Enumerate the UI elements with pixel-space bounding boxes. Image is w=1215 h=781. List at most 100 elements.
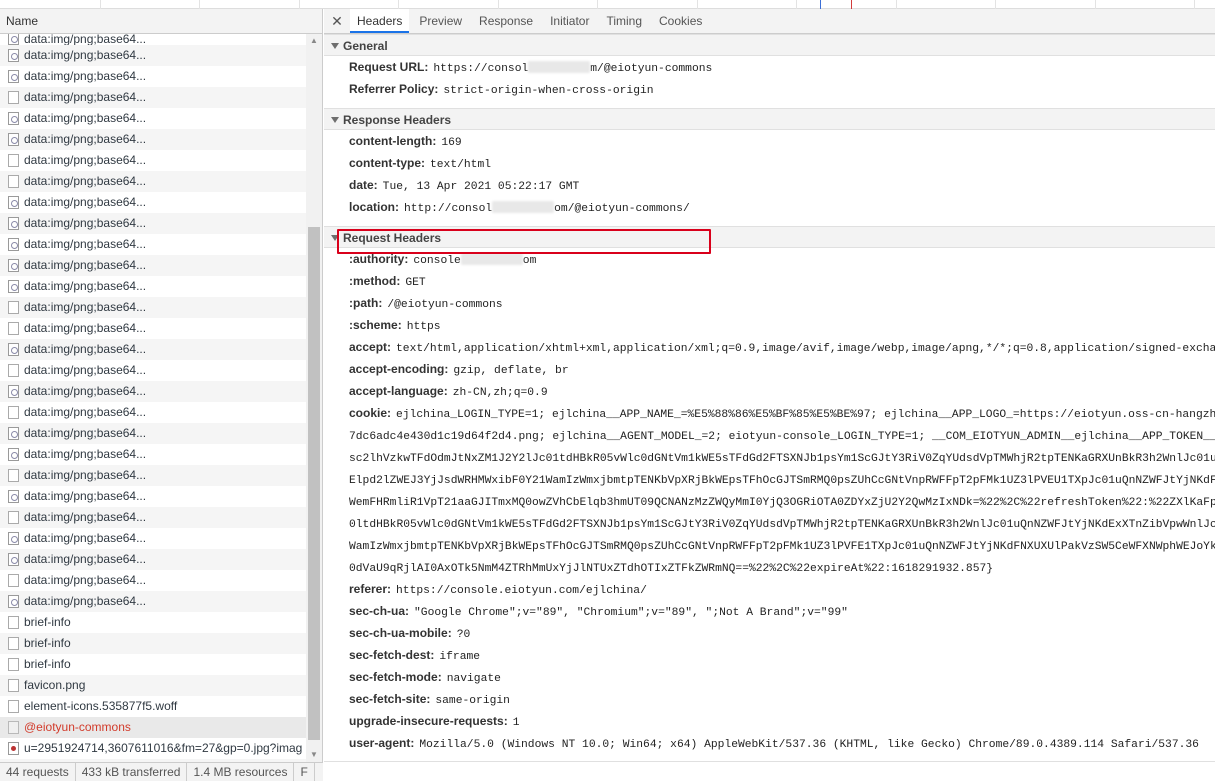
image-file-icon [8, 553, 19, 566]
expand-triangle-icon [331, 117, 339, 123]
request-header-rows: :method: GET:path: /@eiotyun-commons:schem… [324, 270, 1215, 424]
tab-initiator[interactable]: Initiator [543, 9, 596, 33]
request-row[interactable]: data:img/png;base64... [0, 255, 306, 276]
request-row[interactable]: data:img/png;base64... [0, 402, 306, 423]
request-name: data:img/png;base64... [24, 468, 147, 482]
request-row[interactable]: data:img/png;base64... [0, 34, 306, 45]
request-row[interactable]: data:img/png;base64... [0, 276, 306, 297]
request-row[interactable]: data:img/png;base64... [0, 318, 306, 339]
tab-headers[interactable]: Headers [350, 9, 410, 33]
blank-file-icon [8, 406, 19, 419]
header-key: accept-encoding: [349, 362, 449, 376]
general-section-header[interactable]: General [324, 34, 1215, 56]
request-row[interactable]: data:img/png;base64... [0, 171, 306, 192]
header-value: same-origin [435, 695, 510, 707]
request-name: data:img/png;base64... [24, 594, 147, 608]
header-key: :path: [349, 296, 383, 310]
request-header-row: cookie: ejlchina_LOGIN_TYPE=1; ejlchina__… [324, 402, 1215, 424]
tab-preview[interactable]: Preview [412, 9, 469, 33]
request-row[interactable]: data:img/png;base64... [0, 381, 306, 402]
image-file-icon [8, 217, 19, 230]
request-row[interactable]: data:img/png;base64... [0, 570, 306, 591]
request-row[interactable]: @eiotyun-commons [0, 717, 306, 738]
request-row[interactable]: data:img/png;base64... [0, 108, 306, 129]
cookie-value-line: WamIzWmxjbmtpTENKbVpXRjBkWEpsTFhOcGJTSmR… [324, 534, 1215, 556]
request-name: brief-info [24, 636, 71, 650]
request-row[interactable]: data:img/png;base64... [0, 234, 306, 255]
finish-time-truncated: F [294, 763, 315, 781]
header-key: upgrade-insecure-requests: [349, 714, 508, 728]
request-row[interactable]: data:img/png;base64... [0, 192, 306, 213]
request-row[interactable]: data:img/png;base64... [0, 423, 306, 444]
blank-file-icon [8, 511, 19, 524]
request-name: data:img/png;base64... [24, 384, 147, 398]
request-row[interactable]: data:img/png;base64... [0, 444, 306, 465]
request-row[interactable]: u=2951924714,3607611016&fm=27&gp=0.jpg?i… [0, 738, 306, 759]
request-row[interactable]: data:img/png;base64... [0, 213, 306, 234]
request-name: u=2951924714,3607611016&fm=27&gp=0.jpg?i… [24, 741, 303, 755]
resources-size: 1.4 MB resources [187, 763, 295, 781]
request-name: data:img/png;base64... [24, 489, 147, 503]
request-row[interactable]: data:img/png;base64... [0, 87, 306, 108]
header-key: content-length: [349, 134, 437, 148]
cookie-value-line: Elpd2lZWEJ3YjJsdWRHMWxibF0Y21WamIzWmxjbm… [324, 468, 1215, 490]
header-value: GET [405, 277, 426, 289]
request-row[interactable]: favicon.png [0, 675, 306, 696]
request-row[interactable]: data:img/png;base64... [0, 150, 306, 171]
request-header-row: upgrade-insecure-requests: 1 [324, 710, 1215, 732]
header-value: WemFHRmliR1VpT21aaGJITmxMQ0owZVhCbElqb3h… [349, 497, 1215, 509]
request-name: data:img/png;base64... [24, 552, 147, 566]
request-row[interactable]: element-icons.535877f5.woff [0, 696, 306, 717]
image-file-icon [8, 385, 19, 398]
request-row[interactable]: brief-info [0, 633, 306, 654]
request-row[interactable]: data:img/png;base64... [0, 66, 306, 87]
scroll-up-arrow-icon[interactable]: ▲ [306, 34, 322, 48]
request-row[interactable]: data:img/png;base64... [0, 360, 306, 381]
request-name: element-icons.535877f5.woff [24, 699, 178, 713]
close-icon[interactable]: ✕ [324, 9, 350, 33]
tab-response[interactable]: Response [472, 9, 540, 33]
blank-file-icon [8, 469, 19, 482]
request-row[interactable]: data:img/png;base64... [0, 486, 306, 507]
request-count: 44 requests [0, 763, 76, 781]
cookie-value-line: WemFHRmliR1VpT21aaGJITmxMQ0owZVhCbElqb3h… [324, 490, 1215, 512]
header-value: zh-CN,zh;q=0.9 [452, 387, 548, 399]
header-value: Elpd2lZWEJ3YjJsdWRHMWxibF0Y21WamIzWmxjbm… [349, 475, 1215, 487]
request-row[interactable]: data:img/png;base64... [0, 528, 306, 549]
referrer-policy-row: Referrer Policy: strict-origin-when-cross… [349, 82, 654, 97]
network-timeline-overview[interactable] [0, 0, 1215, 9]
request-list-scrollbar[interactable]: ▲ ▼ [306, 34, 322, 762]
request-row[interactable]: data:img/png;base64... [0, 339, 306, 360]
request-name: data:img/png;base64... [24, 237, 147, 251]
request-row[interactable]: data:img/png;base64... [0, 549, 306, 570]
tab-timing[interactable]: Timing [599, 9, 649, 33]
header-value: "Google Chrome";v="89", "Chromium";v="89… [414, 607, 848, 619]
request-row[interactable]: data:img/png;base64... [0, 465, 306, 486]
cookie-value-line: 7dc6adc4e430d1c19d64f2d4.png; ejlchina__… [324, 424, 1215, 446]
scroll-down-arrow-icon[interactable]: ▼ [306, 748, 322, 762]
image-file-icon [8, 238, 19, 251]
request-row[interactable]: data:img/png;base64... [0, 45, 306, 66]
request-row[interactable]: data:img/png;base64... [0, 507, 306, 528]
scrollbar-thumb[interactable] [308, 227, 320, 740]
image-file-icon [8, 196, 19, 209]
request-row[interactable]: brief-info [0, 654, 306, 675]
response-headers-section-header[interactable]: Response Headers [324, 108, 1215, 130]
request-row[interactable]: data:img/png;base64... [0, 591, 306, 612]
request-row[interactable]: brief-info [0, 612, 306, 633]
request-name: data:img/png;base64... [24, 342, 147, 356]
redacted-blur [528, 61, 591, 73]
blank-file-icon [8, 658, 19, 671]
details-tab-bar: ✕ Headers Preview Response Initiator Tim… [324, 9, 1215, 34]
blank-file-icon [8, 637, 19, 650]
expand-triangle-icon [331, 43, 339, 49]
request-name: data:img/png;base64... [24, 153, 147, 167]
request-headers-section-header[interactable]: Request Headers [324, 226, 1215, 248]
tab-cookies[interactable]: Cookies [652, 9, 709, 33]
request-row[interactable]: data:img/png;base64... [0, 129, 306, 150]
header-value: 7dc6adc4e430d1c19d64f2d4.png; ejlchina__… [349, 431, 1215, 443]
image-file-icon [8, 532, 19, 545]
request-row[interactable]: data:img/png;base64... [0, 297, 306, 318]
header-value: iframe [439, 651, 481, 663]
name-column-header[interactable]: Name [0, 9, 322, 34]
